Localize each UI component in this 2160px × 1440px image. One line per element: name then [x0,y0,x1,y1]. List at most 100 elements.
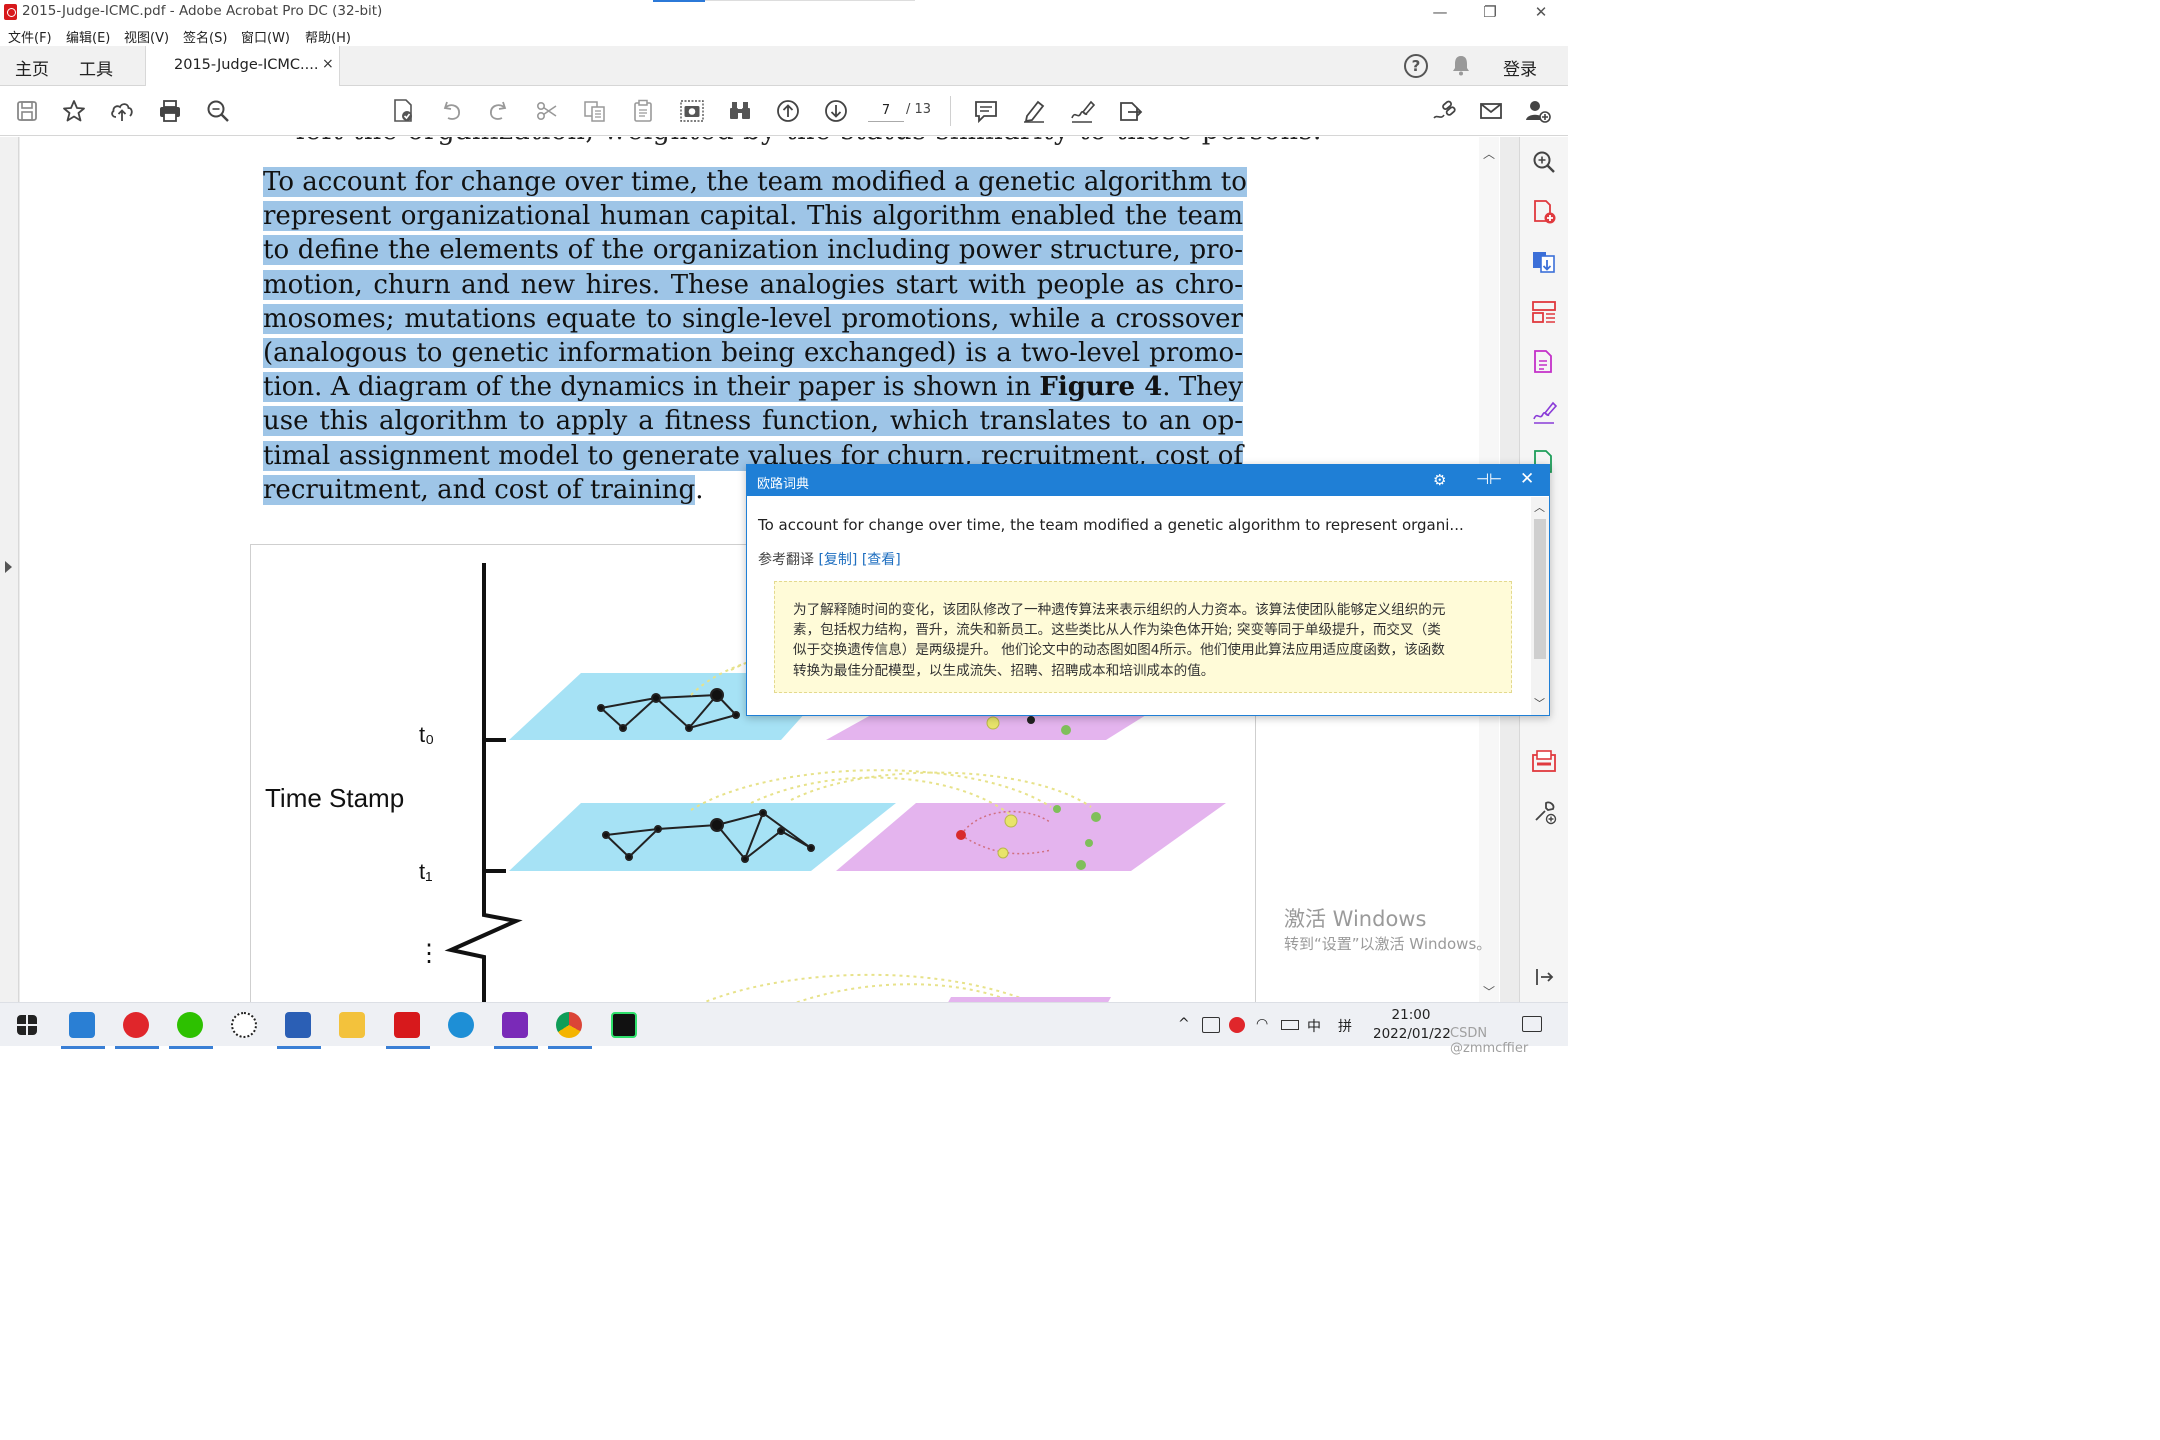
menu-edit[interactable]: 编辑(E) [66,27,110,46]
link-icon[interactable] [1430,98,1456,124]
popup-scroll-down-icon[interactable]: ﹀ [1534,695,1545,711]
snapshot-icon[interactable] [679,98,705,124]
paragraph-line: motion, churn and new hires. These analo… [263,269,1243,300]
email-icon[interactable] [1478,98,1504,124]
chrome-icon[interactable] [548,1009,592,1049]
clock-date: 2022/01/22 [1373,1026,1451,1042]
translation-line: 为了解释随时间的变化，该团队修改了一种遗传算法来表示组织的人力资本。该算法使团队… [793,602,1446,618]
plane-pink-t1 [836,803,1226,871]
organize-pages-icon[interactable] [1531,299,1557,325]
login-button[interactable]: 登录 [1503,55,1537,80]
fill-sign-icon[interactable] [1531,399,1558,425]
copy-format-icon[interactable] [582,98,608,124]
gear-icon[interactable]: ⚙ [1433,471,1446,489]
tab-document[interactable]: 2015-Judge-ICMC.... × [145,46,340,86]
page-number-input[interactable]: 7 [868,100,904,122]
sign-icon[interactable] [1069,98,1096,124]
onenote-icon[interactable] [494,1009,538,1049]
wifi-icon[interactable]: ◠ [1256,1016,1268,1032]
binoculars-icon[interactable] [727,98,753,124]
kwai-icon[interactable] [223,1009,263,1043]
paragraph-line: (analogous to genetic information being … [263,337,1243,368]
file-explorer-icon[interactable] [331,1009,371,1043]
paragraph-line: To account for change over time, the tea… [263,167,1247,197]
time-stamp-label: Time Stamp [265,783,404,813]
pin-icon[interactable]: ⊣⊢ [1476,470,1502,488]
t0-label: t₀ [419,722,434,747]
zoom-in-icon[interactable] [1531,149,1557,175]
wechat-icon[interactable] [169,1009,213,1049]
popup-scroll-up-icon[interactable]: ︿ [1534,499,1545,515]
expand-arrow-icon[interactable] [5,561,12,573]
undo-icon[interactable] [438,98,464,124]
tray-expand-icon[interactable]: ^ [1178,1016,1190,1032]
menu-sign[interactable]: 签名(S) [183,27,227,46]
paragraph-line-tail: . [695,474,704,505]
music-tray-icon[interactable] [1229,1017,1245,1033]
close-tab-button[interactable]: × [322,56,334,72]
scroll-down-icon[interactable]: ﹀ [1483,983,1495,1000]
paste-icon[interactable] [630,98,656,124]
save-icon[interactable] [14,98,40,124]
figure-reference: Figure 4 [1039,372,1163,403]
popup-scrollbar[interactable]: ︿ ﹀ [1531,497,1549,715]
reference-row: 参考翻译 [复制] [查看] [758,549,901,569]
tab-tools[interactable]: 工具 [79,55,113,80]
left-panel-toggle[interactable] [0,137,19,1002]
start-icon[interactable] [8,1009,48,1043]
highlight-pen-icon[interactable] [1021,98,1047,124]
page-down-icon[interactable] [823,98,849,124]
zoom-search-icon[interactable] [205,98,231,124]
view-link[interactable]: [查看] [862,552,901,568]
input-language-indicator[interactable]: 中 [1307,1016,1321,1036]
tab-home[interactable]: 主页 [15,55,49,80]
selected-paragraph[interactable]: To account for change over time, the tea… [263,165,1247,507]
activation-watermark-title: 激活 Windows [1284,907,1427,931]
pycharm-icon[interactable] [603,1009,643,1043]
scroll-up-icon[interactable]: ︿ [1483,145,1495,162]
dictionary-popup[interactable]: 欧路词典 ⚙ ⊣⊢ ✕ To account for change over t… [746,464,1550,716]
activation-watermark-subtitle: 转到“设置”以激活 Windows。 [1284,935,1492,953]
share-icon[interactable] [1117,98,1143,124]
paragraph-line-tail: . They [1162,372,1243,403]
redo-icon[interactable] [486,98,512,124]
create-pdf-icon[interactable] [1531,199,1557,225]
toolbar: 7 / 13 [0,86,1568,136]
ellipsis-label: ⋮ [417,940,441,967]
upload-icon[interactable] [109,98,135,124]
minimize-button[interactable]: — [1417,2,1463,22]
close-window-button[interactable]: ✕ [1518,2,1564,22]
redact-icon[interactable] [1531,749,1557,775]
more-tools-icon[interactable] [1531,799,1557,825]
input-method-indicator[interactable]: 拼 [1338,1016,1352,1036]
print-icon[interactable] [157,98,183,124]
page-up-icon[interactable] [775,98,801,124]
bell-icon[interactable] [1451,54,1471,81]
star-icon[interactable] [61,98,87,124]
menu-help[interactable]: 帮助(H) [305,27,351,46]
clock[interactable]: 21:00 2022/01/22 [1373,1006,1451,1044]
restore-button[interactable]: ❐ [1467,2,1513,22]
word-icon[interactable] [277,1009,321,1049]
dictionary-app-icon[interactable] [61,1009,105,1049]
comment-icon[interactable] [973,98,999,124]
menu-view[interactable]: 视图(V) [124,27,169,46]
copy-link[interactable]: [复制] [818,552,857,568]
edit-pdf-icon[interactable] [1531,349,1557,375]
help-icon[interactable]: ? [1404,54,1428,78]
popup-header[interactable]: 欧路词典 ⚙ ⊣⊢ ✕ [747,465,1549,496]
collapse-pane-icon[interactable] [1531,964,1557,990]
menu-file[interactable]: 文件(F) [8,27,52,46]
battery-icon[interactable] [1281,1020,1299,1030]
popup-scroll-thumb[interactable] [1534,519,1546,659]
add-user-icon[interactable] [1525,98,1551,124]
scissors-icon[interactable] [534,98,560,124]
export-pdf-icon[interactable] [1531,249,1557,275]
netease-music-icon[interactable] [115,1009,159,1049]
spellcheck-icon[interactable] [390,98,416,124]
close-popup-button[interactable]: ✕ [1520,469,1534,489]
acrobat-icon[interactable] [386,1009,430,1049]
network-status-icon[interactable] [1202,1017,1220,1033]
menu-window[interactable]: 窗口(W) [241,27,290,46]
edge-icon[interactable] [440,1009,480,1043]
